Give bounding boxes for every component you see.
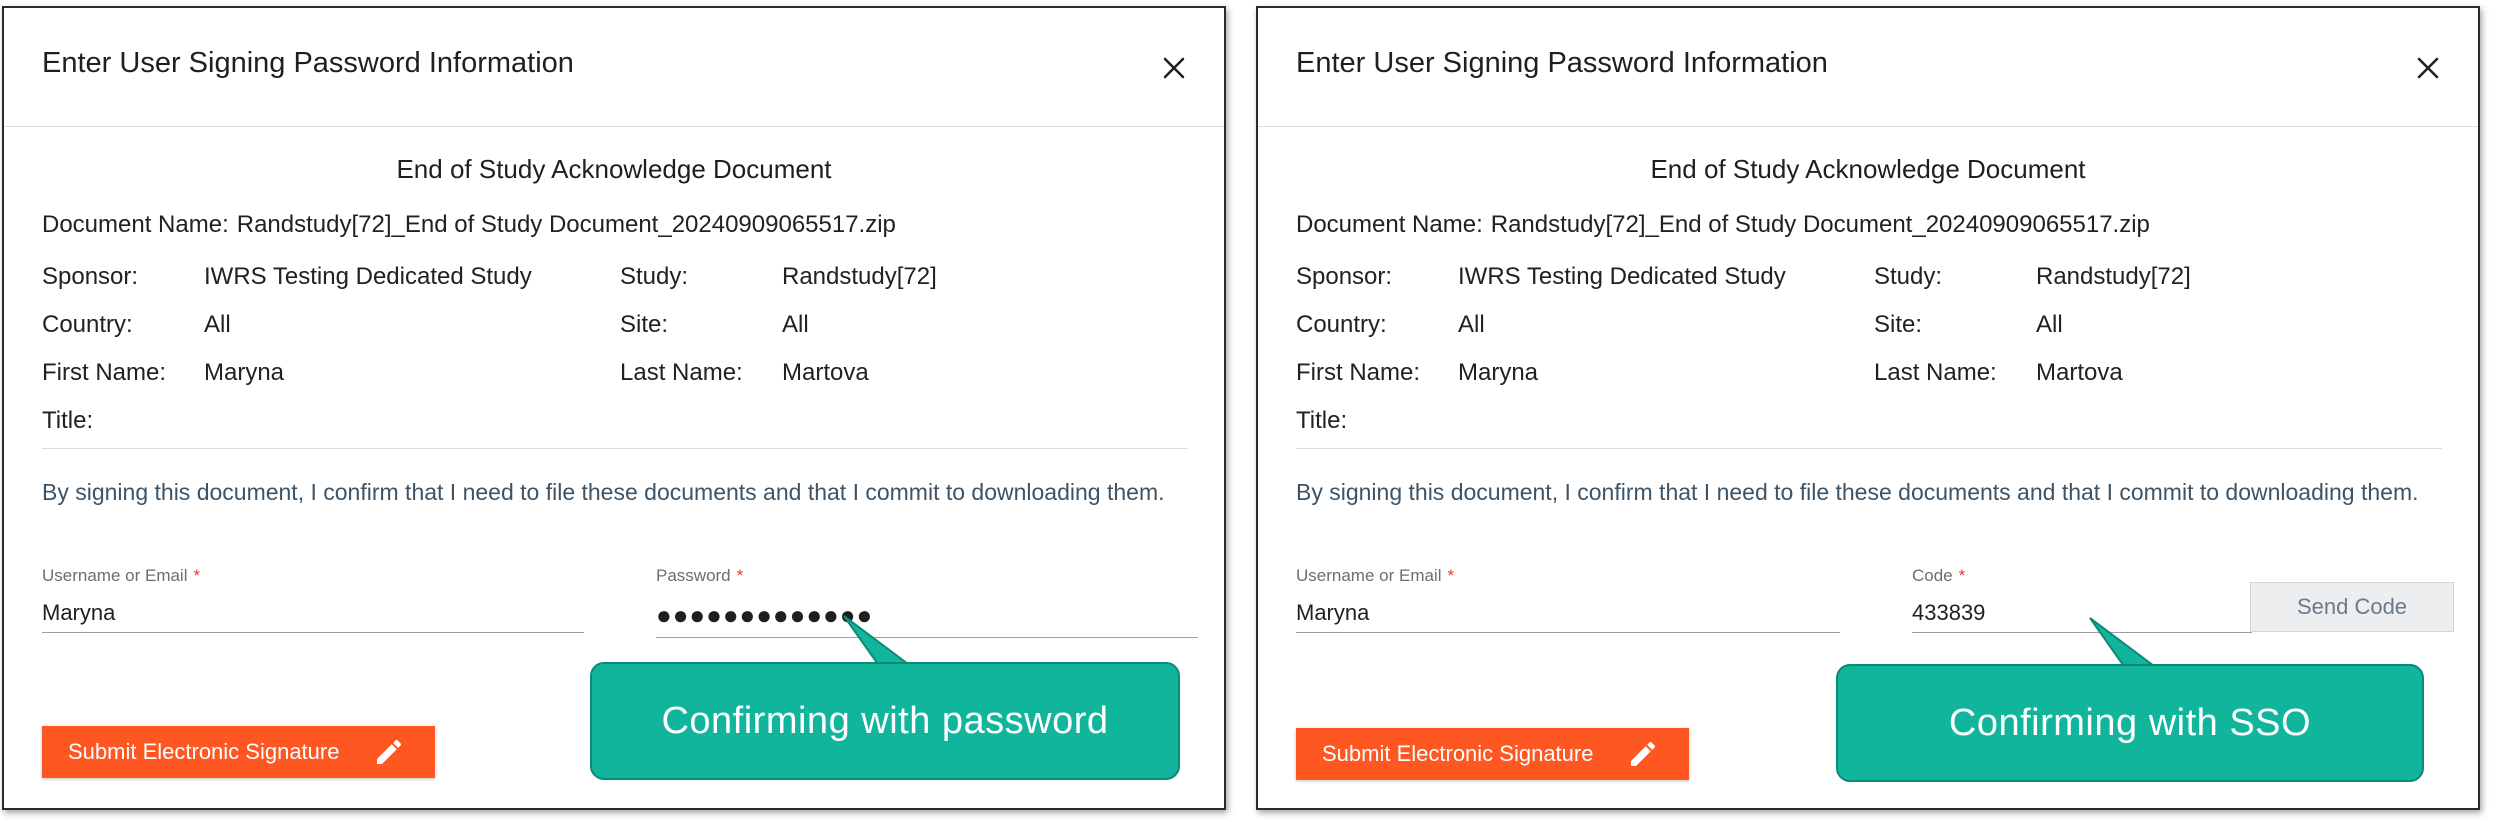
country-value: All (204, 311, 231, 338)
pencil-icon (1631, 741, 1656, 766)
document-name-value: Randstudy[72]_End of Study Document_2024… (236, 211, 896, 238)
username-input[interactable] (42, 594, 584, 633)
password-field: Password * ●●●●●●●●●●●●● (656, 566, 1198, 638)
document-name-value: Randstudy[72]_End of Study Document_2024… (1490, 211, 2150, 238)
document-title: End of Study Acknowledge Document (1650, 154, 2086, 184)
submit-signature-label: Submit Electronic Signature (1322, 741, 1594, 766)
confirmation-statement: By signing this document, I confirm that… (42, 479, 1165, 505)
document-title: End of Study Acknowledge Document (396, 154, 832, 184)
document-name-row: Document Name: Randstudy[72]_End of Study… (1296, 211, 2150, 239)
dialog-header: Enter User Signing Password Information (1258, 8, 2478, 127)
site-label: Site: (620, 311, 669, 338)
pencil-icon (377, 739, 402, 764)
first-name-label: First Name: (42, 359, 167, 386)
country-label: Country: (1296, 311, 1387, 338)
username-input[interactable] (1296, 594, 1840, 633)
send-code-button[interactable]: Send Code (2250, 582, 2454, 632)
submit-signature-label: Submit Electronic Signature (68, 739, 340, 764)
study-label: Study: (620, 263, 689, 290)
required-star: * (1958, 566, 1966, 585)
document-name-label: Document Name: (42, 211, 229, 238)
sponsor-value: IWRS Testing Dedicated Study (1458, 263, 1786, 290)
first-name-label: First Name: (1296, 359, 1421, 386)
username-label: Username or Email (1296, 566, 1442, 585)
dialog-header: Enter User Signing Password Information (4, 8, 1224, 127)
last-name-value: Martova (782, 359, 869, 386)
sponsor-label: Sponsor: (42, 263, 139, 290)
divider (1296, 448, 2442, 449)
document-name-row: Document Name: Randstudy[72]_End of Study… (42, 211, 896, 239)
signing-dialog-password: Enter User Signing Password Information … (2, 6, 1226, 810)
site-value: All (2036, 311, 2063, 338)
sponsor-label: Sponsor: (1296, 263, 1393, 290)
confirmation-statement: By signing this document, I confirm that… (1296, 479, 2419, 505)
close-icon[interactable] (2416, 56, 2440, 80)
required-star: * (736, 566, 744, 585)
required-star: * (193, 566, 201, 585)
dialog-title: Enter User Signing Password Information (1296, 47, 1828, 79)
study-value: Randstudy[72] (782, 263, 937, 290)
submit-signature-button[interactable]: Submit Electronic Signature (42, 726, 436, 778)
site-label: Site: (1874, 311, 1923, 338)
last-name-label: Last Name: (620, 359, 743, 386)
study-label: Study: (1874, 263, 1943, 290)
country-label: Country: (42, 311, 133, 338)
title-label: Title: (42, 407, 94, 434)
username-field: Username or Email * (1296, 566, 1840, 633)
password-input[interactable]: ●●●●●●●●●●●●● (656, 594, 1198, 638)
site-value: All (782, 311, 809, 338)
callout-confirming-password: Confirming with password (590, 662, 1180, 780)
username-field: Username or Email * (42, 566, 584, 633)
document-metadata: Sponsor: IWRS Testing Dedicated Study St… (1296, 253, 2456, 445)
code-label: Code (1912, 566, 1953, 585)
first-name-value: Maryna (204, 359, 285, 386)
first-name-value: Maryna (1458, 359, 1539, 386)
password-label: Password (656, 566, 731, 585)
dialog-title: Enter User Signing Password Information (42, 47, 574, 79)
callout-confirming-sso: Confirming with SSO (1836, 664, 2424, 782)
document-name-label: Document Name: (1296, 211, 1483, 238)
sponsor-value: IWRS Testing Dedicated Study (204, 263, 532, 290)
country-value: All (1458, 311, 1485, 338)
last-name-label: Last Name: (1874, 359, 1997, 386)
divider (42, 448, 1188, 449)
study-value: Randstudy[72] (2036, 263, 2191, 290)
document-metadata: Sponsor: IWRS Testing Dedicated Study St… (42, 253, 1202, 445)
signing-dialog-sso: Enter User Signing Password Information … (1256, 6, 2480, 810)
title-label: Title: (1296, 407, 1348, 434)
submit-signature-button[interactable]: Submit Electronic Signature (1296, 728, 1690, 780)
close-icon[interactable] (1162, 56, 1186, 80)
required-star: * (1447, 566, 1455, 585)
username-label: Username or Email (42, 566, 188, 585)
last-name-value: Martova (2036, 359, 2123, 386)
